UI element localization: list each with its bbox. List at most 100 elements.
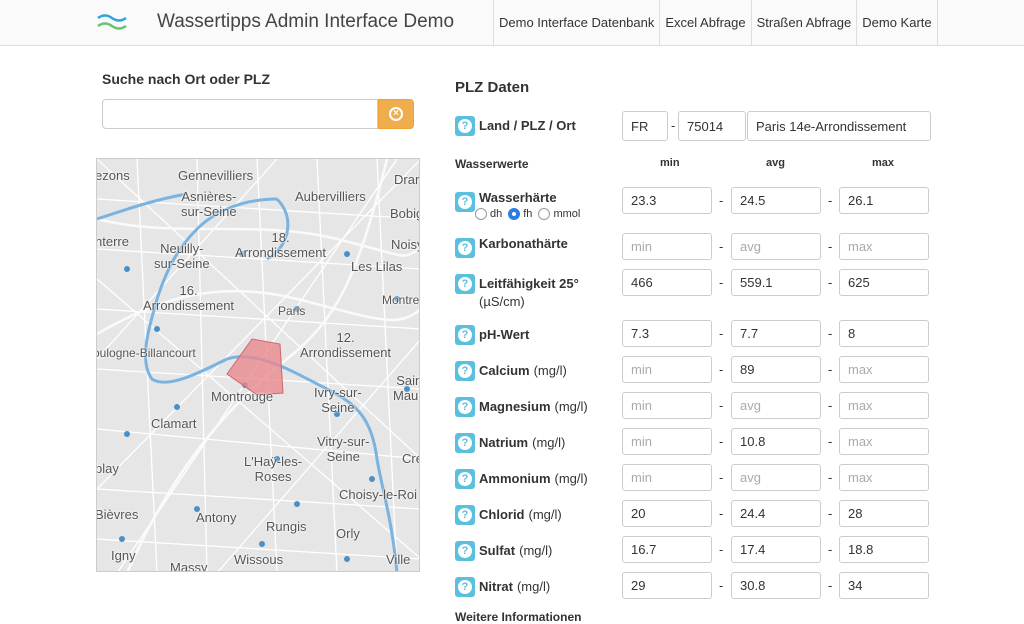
map-label: Vitry-sur- Seine xyxy=(317,434,370,464)
avg-field[interactable] xyxy=(731,356,821,383)
value-unit: (mg/l) xyxy=(528,507,562,522)
radio-dh[interactable]: dh xyxy=(475,208,502,220)
separator: - xyxy=(828,398,833,413)
max-field[interactable] xyxy=(839,269,929,296)
nav-demo-karte[interactable]: Demo Karte xyxy=(856,0,938,46)
avg-field[interactable] xyxy=(731,536,821,563)
map-label: Cré xyxy=(402,451,419,466)
value-label-text: Wasserhärte xyxy=(479,190,557,205)
min-field[interactable] xyxy=(622,428,712,455)
radio-fh[interactable]: fh xyxy=(508,208,532,220)
avg-field[interactable] xyxy=(731,187,821,214)
min-field[interactable] xyxy=(622,500,712,527)
column-max: max xyxy=(872,157,895,169)
map-label: Orly xyxy=(336,526,360,541)
value-unit: (µS/cm) xyxy=(479,294,525,309)
avg-field[interactable] xyxy=(731,572,821,599)
app-title[interactable]: Wassertipps Admin Interface Demo xyxy=(157,11,454,33)
help-button[interactable]: ? xyxy=(455,192,475,212)
value-label: Natrium (mg/l) xyxy=(479,435,565,450)
help-button[interactable]: ? xyxy=(455,274,475,294)
postcode-field[interactable] xyxy=(678,111,746,141)
separator: - xyxy=(828,362,833,377)
value-label: Calcium (mg/l) xyxy=(479,363,567,378)
question-icon: ? xyxy=(458,277,472,291)
max-field[interactable] xyxy=(839,464,929,491)
country-field[interactable] xyxy=(622,111,668,141)
max-field[interactable] xyxy=(839,233,929,260)
avg-field[interactable] xyxy=(731,233,821,260)
value-label: Wasserhärte xyxy=(479,190,557,205)
search-input[interactable] xyxy=(102,99,378,129)
clear-search-button[interactable]: × xyxy=(378,99,414,129)
separator: - xyxy=(719,434,724,449)
min-field[interactable] xyxy=(622,536,712,563)
value-label-text: pH-Wert xyxy=(479,327,530,342)
separator: - xyxy=(828,239,833,254)
map-label: Bièvres xyxy=(96,507,139,522)
max-field[interactable] xyxy=(839,500,929,527)
min-field[interactable] xyxy=(622,392,712,419)
max-field[interactable] xyxy=(839,320,929,347)
separator: - xyxy=(719,326,724,341)
min-field[interactable] xyxy=(622,187,712,214)
value-label-text: Leitfähigkeit 25° xyxy=(479,276,579,291)
avg-field[interactable] xyxy=(731,392,821,419)
help-button[interactable]: ? xyxy=(455,116,475,136)
help-button[interactable]: ? xyxy=(455,238,475,258)
nav-strassen-abfrage[interactable]: Straßen Abfrage xyxy=(750,0,857,46)
map-label: Montre xyxy=(382,293,420,307)
city-field[interactable] xyxy=(747,111,931,141)
value-unit: (mg/l) xyxy=(533,363,567,378)
min-field[interactable] xyxy=(622,572,712,599)
plz-data-title: PLZ Daten xyxy=(455,79,530,96)
help-button[interactable]: ? xyxy=(455,397,475,417)
avg-field[interactable] xyxy=(731,464,821,491)
map-label: nterre xyxy=(96,234,129,249)
map-label: ezons xyxy=(96,168,130,183)
map-label: 16. Arrondissement xyxy=(143,283,235,313)
nav-excel-abfrage[interactable]: Excel Abfrage xyxy=(659,0,750,46)
help-button[interactable]: ? xyxy=(455,469,475,489)
water-waves-icon[interactable] xyxy=(97,12,127,34)
min-field[interactable] xyxy=(622,320,712,347)
help-button[interactable]: ? xyxy=(455,505,475,525)
question-icon: ? xyxy=(458,119,472,133)
map-label: Choisy-le-Roi xyxy=(339,487,418,502)
nav-demo-interface-datenbank[interactable]: Demo Interface Datenbank xyxy=(493,0,659,46)
min-field[interactable] xyxy=(622,356,712,383)
separator: - xyxy=(828,326,833,341)
max-field[interactable] xyxy=(839,428,929,455)
avg-field[interactable] xyxy=(731,320,821,347)
help-button[interactable]: ? xyxy=(455,577,475,597)
map-roads xyxy=(97,159,419,571)
help-button[interactable]: ? xyxy=(455,361,475,381)
avg-field[interactable] xyxy=(731,428,821,455)
max-field[interactable] xyxy=(839,356,929,383)
avg-field[interactable] xyxy=(731,269,821,296)
help-button[interactable]: ? xyxy=(455,433,475,453)
max-field[interactable] xyxy=(839,187,929,214)
value-label: Magnesium (mg/l) xyxy=(479,399,588,414)
separator: - xyxy=(719,362,724,377)
min-field[interactable] xyxy=(622,233,712,260)
map-label: Montrouge xyxy=(211,389,274,404)
map-label: Ville xyxy=(386,552,411,567)
radio-mmol[interactable]: mmol xyxy=(538,208,580,220)
help-button[interactable]: ? xyxy=(455,325,475,345)
value-label-text: Nitrat xyxy=(479,579,513,594)
map-label: Les Lilas xyxy=(351,259,403,274)
min-field[interactable] xyxy=(622,269,712,296)
avg-field[interactable] xyxy=(731,500,821,527)
min-field[interactable] xyxy=(622,464,712,491)
map-view[interactable]: ezons Gennevilliers Drar Asnières- sur-S… xyxy=(96,158,420,572)
max-field[interactable] xyxy=(839,572,929,599)
hardness-unit-group: dh fh mmol xyxy=(475,208,580,220)
max-field[interactable] xyxy=(839,392,929,419)
map-label: Neuilly- sur-Seine xyxy=(154,241,210,271)
help-button[interactable]: ? xyxy=(455,541,475,561)
map-label: 12. Arrondissement xyxy=(300,330,392,360)
max-field[interactable] xyxy=(839,536,929,563)
value-label-text: Chlorid xyxy=(479,507,525,522)
map-label: Antony xyxy=(196,510,237,525)
